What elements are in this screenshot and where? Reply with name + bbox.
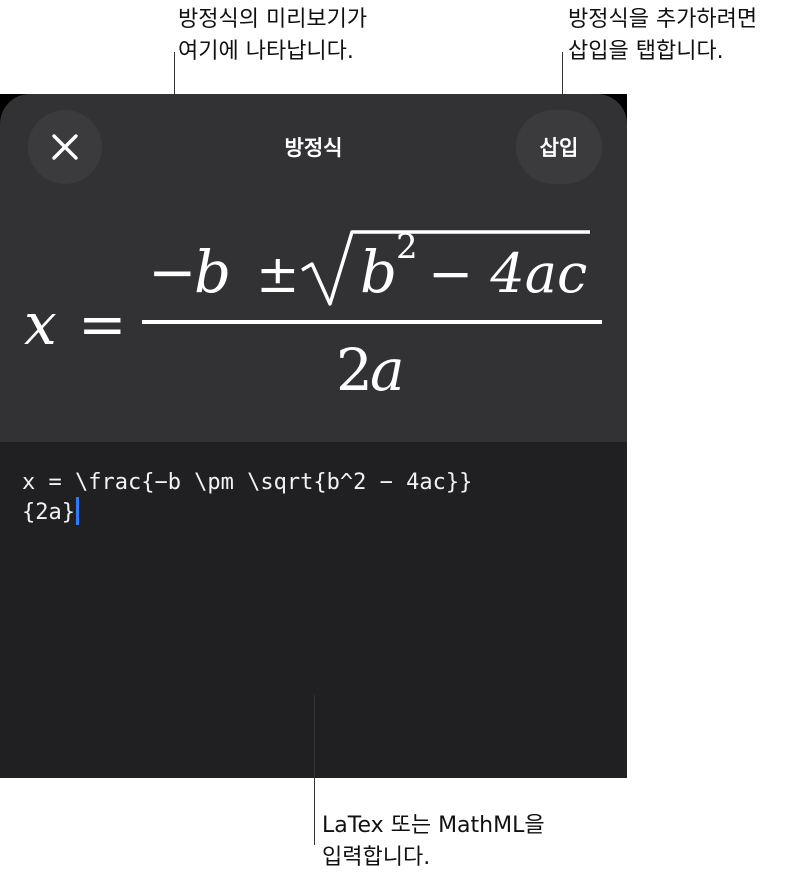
callout-insert: 방정식을 추가하려면 삽입을 탭합니다. xyxy=(568,4,757,68)
preview-area: 방정식 삽입 x = − b ± b 2 − 4ac 2 a xyxy=(0,94,627,442)
formula-exponent: 2 xyxy=(396,227,418,267)
formula-radicand-b: b xyxy=(360,238,397,306)
formula-denominator-a: a xyxy=(370,336,405,404)
formula-lhs: x xyxy=(24,290,57,358)
formula-equals: = xyxy=(78,290,127,358)
formula-denominator-2: 2 xyxy=(336,336,373,404)
equation-preview: x = − b ± b 2 − 4ac 2 a xyxy=(24,227,602,404)
formula-numerator-b: b xyxy=(194,238,231,306)
equation-sheet: 방정식 삽입 x = − b ± b 2 − 4ac 2 a x = \frac… xyxy=(0,94,627,778)
latex-line-2: {2a} xyxy=(22,497,612,527)
formula-pm: ± xyxy=(256,245,300,305)
callout-preview: 방정식의 미리보기가 여기에 나타납니다. xyxy=(178,4,367,68)
callout-input-line1: LaTex 또는 MathML을 xyxy=(322,813,545,838)
callout-insert-line1: 방정식을 추가하려면 xyxy=(568,7,758,32)
formula-minus: − xyxy=(148,238,197,306)
latex-line-1: x = \frac{−b \pm \sqrt{b^2 − 4ac}} xyxy=(22,470,473,495)
formula-radicand-rest: − 4ac xyxy=(428,242,587,305)
latex-input[interactable]: x = \frac{−b \pm \sqrt{b^2 − 4ac}} {2a} xyxy=(22,468,612,527)
callout-insert-line2: 삽입을 탭합니다. xyxy=(568,39,724,64)
text-caret xyxy=(75,497,79,525)
callout-preview-line1: 방정식의 미리보기가 xyxy=(178,7,368,32)
callout-input-line2: 입력합니다. xyxy=(322,845,431,870)
latex-line-2-text: {2a} xyxy=(22,500,75,525)
callout-preview-line2: 여기에 나타납니다. xyxy=(178,39,354,64)
insert-button[interactable]: 삽입 xyxy=(516,110,602,184)
callout-input: LaTex 또는 MathML을 입력합니다. xyxy=(322,810,545,874)
callout-input-leader xyxy=(314,695,315,845)
